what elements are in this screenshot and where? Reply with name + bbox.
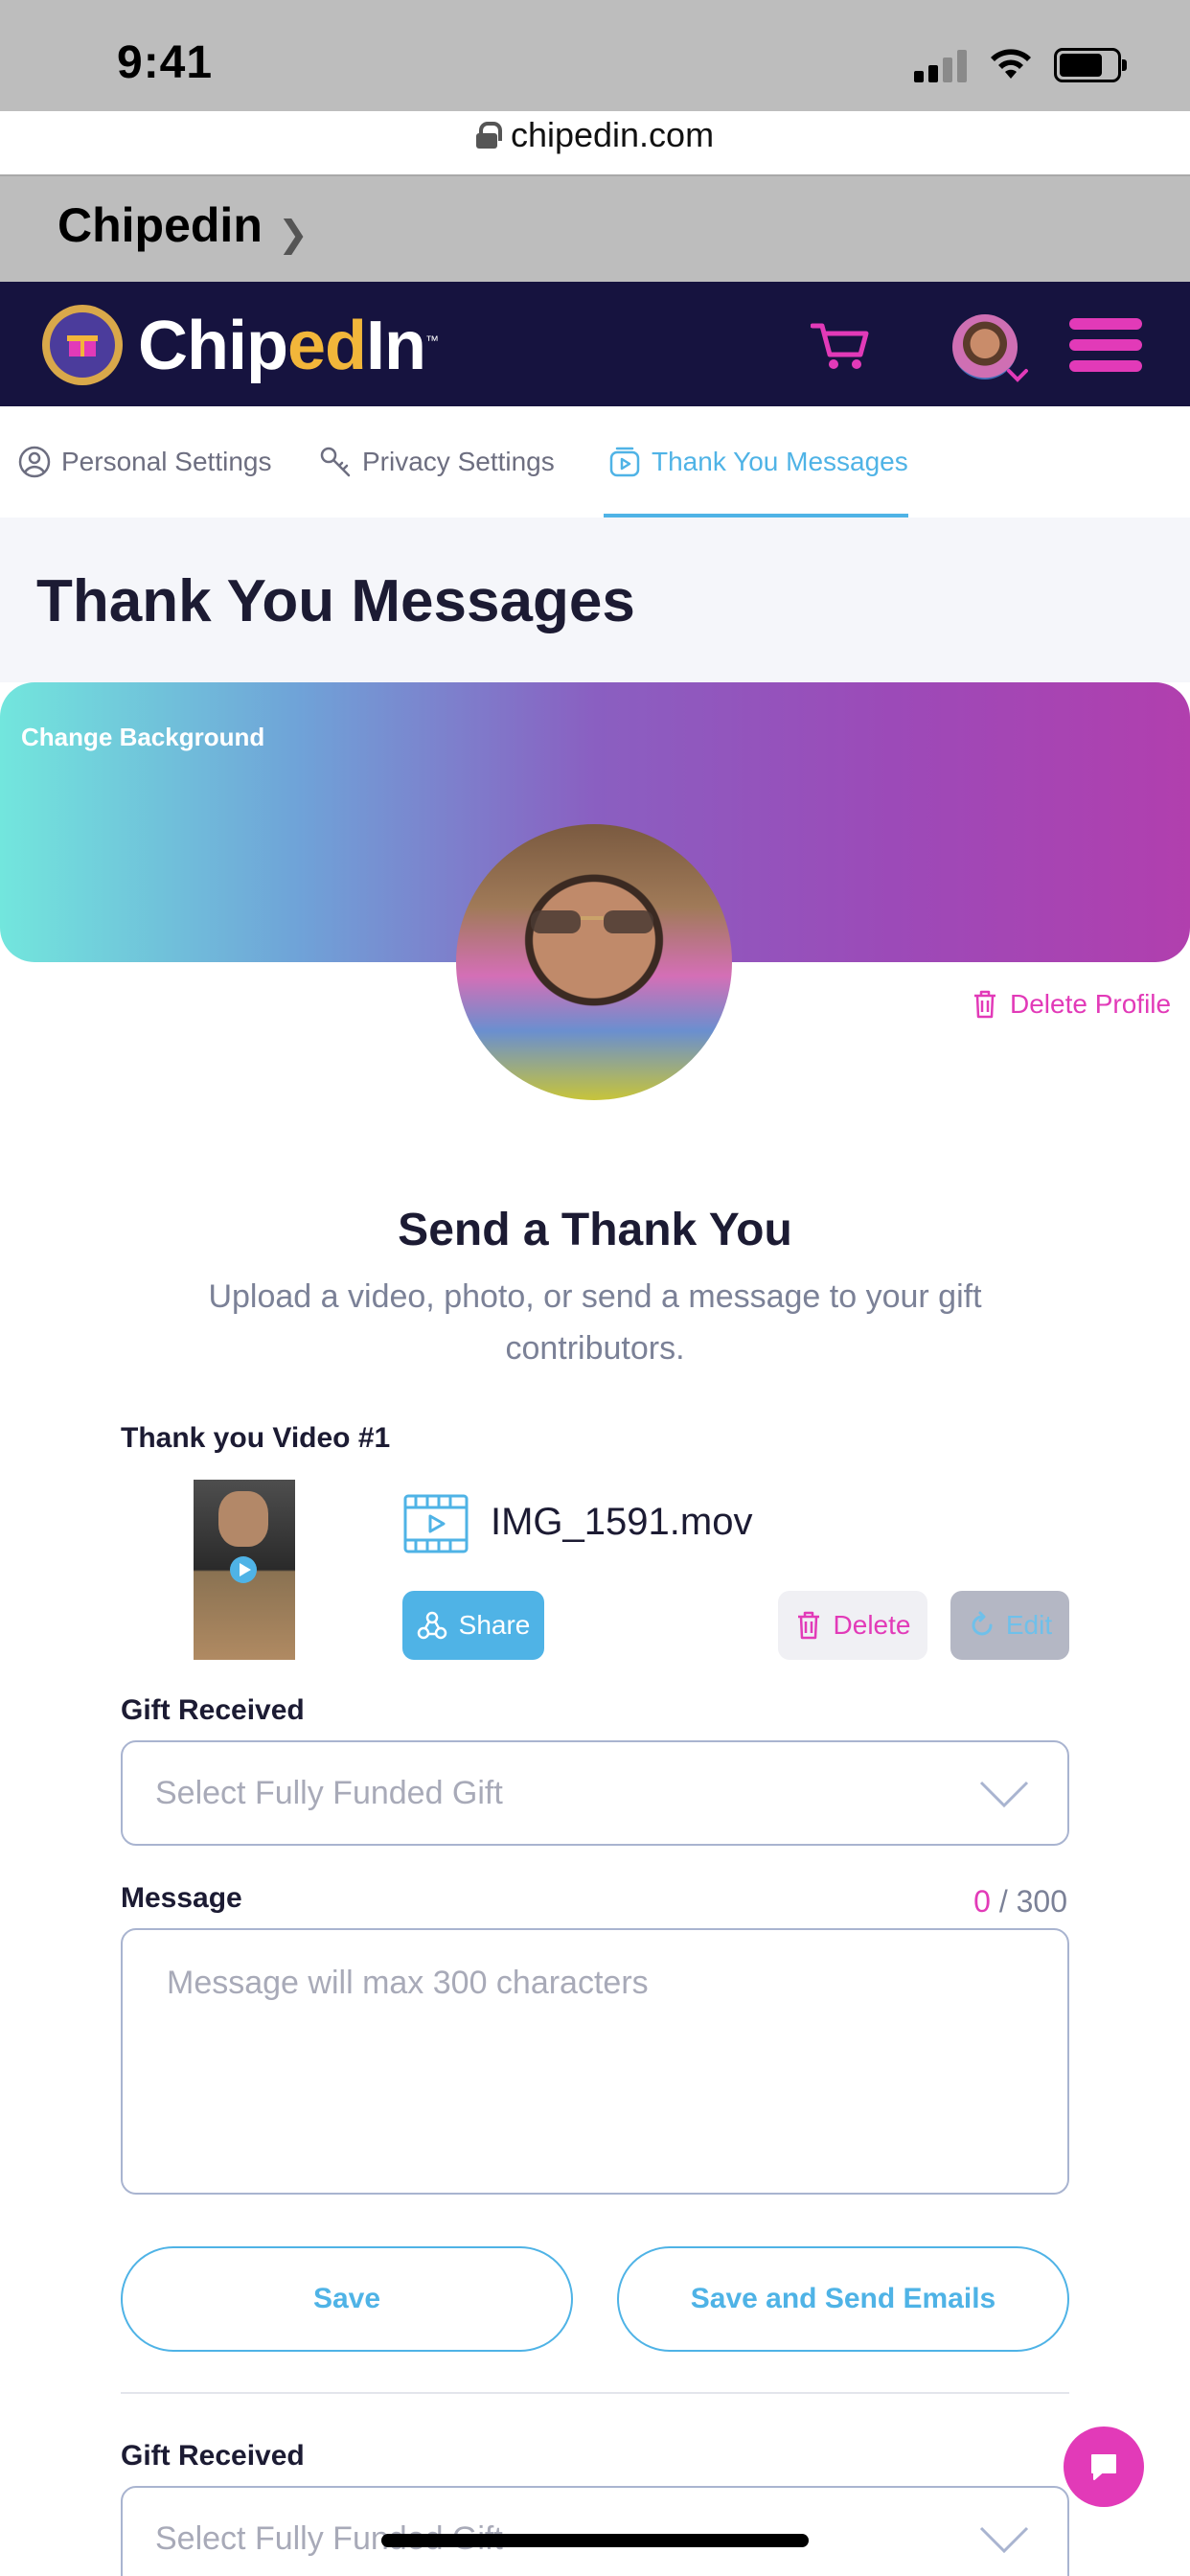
tab-personal-settings[interactable]: Personal Settings — [17, 445, 271, 479]
tab-thank-you-messages[interactable]: Thank You Messages — [607, 445, 908, 479]
edit-video-button[interactable]: Edit — [950, 1591, 1069, 1660]
message-textarea[interactable]: Message will max 300 characters — [121, 1928, 1069, 2195]
chevron-down-icon — [979, 1781, 1029, 1808]
share-icon — [417, 1611, 446, 1640]
tab-label: Personal Settings — [61, 447, 272, 476]
character-counter: 0 / 300 — [973, 1884, 1067, 1920]
logo-trademark: ™ — [424, 333, 439, 348]
message-label: Message — [121, 1882, 242, 1914]
logo-part-ed: ed — [286, 308, 367, 384]
delete-video-button[interactable]: Delete — [778, 1591, 927, 1660]
play-icon — [230, 1556, 257, 1583]
message-placeholder: Message will max 300 characters — [167, 1965, 649, 2001]
share-label: Share — [458, 1610, 531, 1640]
tab-label: Thank You Messages — [652, 447, 908, 476]
character-max: / 300 — [998, 1884, 1067, 1919]
battery-icon — [1054, 48, 1127, 82]
delete-profile-button[interactable]: Delete Profile — [972, 989, 1171, 1020]
tab-label: Privacy Settings — [362, 447, 555, 476]
video-message-icon — [609, 447, 640, 477]
trash-icon — [974, 990, 995, 1019]
settings-tabs: Personal Settings Privacy Settings Thank… — [0, 406, 1190, 518]
logo[interactable]: ChipedIn™ — [138, 307, 439, 385]
home-indicator — [381, 2534, 809, 2547]
send-subtitle: Upload a video, photo, or send a message… — [208, 1278, 982, 1367]
user-circle-icon — [18, 446, 51, 478]
gift-received-label-2: Gift Received — [121, 2440, 305, 2472]
app-banner[interactable]: Chipedin ❯ — [0, 174, 1190, 282]
delete-profile-label: Delete Profile — [1010, 989, 1172, 1019]
refresh-icon — [972, 1611, 993, 1636]
video-label: Thank you Video #1 — [121, 1422, 391, 1454]
status-time: 9:41 — [117, 37, 214, 88]
change-background-button[interactable]: Change Background — [21, 723, 264, 752]
cart-icon[interactable] — [811, 320, 870, 372]
chevron-right-icon: ❯ — [278, 215, 309, 255]
profile-photo[interactable] — [456, 824, 732, 1100]
url-text: chipedin.com — [510, 115, 715, 154]
chat-bubble-icon — [1091, 2454, 1116, 2480]
logo-part-in: In — [366, 308, 426, 384]
character-count: 0 — [973, 1884, 991, 1919]
key-icon — [320, 447, 351, 477]
gift-select-placeholder: Select Fully Funded Gift — [155, 1775, 503, 1811]
file-name: IMG_1591.mov — [491, 1501, 753, 1543]
chat-button[interactable] — [1064, 2426, 1144, 2507]
chevron-down-icon — [979, 2526, 1029, 2554]
send-heading: Send a Thank You — [398, 1205, 792, 1255]
tab-privacy-settings[interactable]: Privacy Settings — [318, 445, 555, 479]
gift-select-2[interactable]: Select Fully Funded Gift — [121, 2486, 1069, 2576]
share-button[interactable]: Share — [402, 1591, 544, 1660]
page-title: Thank You Messages — [36, 568, 635, 634]
sunglasses-detail — [531, 910, 653, 933]
edit-label: Edit — [1005, 1610, 1053, 1640]
app-banner-title: Chipedin — [57, 198, 263, 252]
lock-icon — [475, 122, 502, 149]
address-bar[interactable]: chipedin.com — [0, 107, 1190, 163]
hamburger-menu-icon[interactable] — [1065, 316, 1142, 376]
trash-icon — [797, 1611, 819, 1640]
title-area: Thank You Messages — [0, 518, 1190, 682]
status-bar: 9:41 chipedin.com — [0, 0, 1190, 154]
save-and-send-emails-button[interactable]: Save and Send Emails — [617, 2246, 1069, 2352]
logo-part-chip: Chip — [138, 308, 288, 384]
video-thumbnail[interactable] — [194, 1480, 295, 1660]
chevron-down-icon[interactable] — [1006, 368, 1029, 383]
delete-label: Delete — [833, 1610, 911, 1640]
wifi-icon — [991, 49, 1031, 79]
gift-icon — [67, 335, 98, 356]
divider — [121, 2392, 1069, 2394]
film-icon — [403, 1494, 469, 1553]
gift-select[interactable]: Select Fully Funded Gift — [121, 1740, 1069, 1846]
gift-received-label: Gift Received — [121, 1694, 305, 1726]
save-button[interactable]: Save — [121, 2246, 573, 2352]
cellular-signal-icon — [914, 50, 968, 82]
